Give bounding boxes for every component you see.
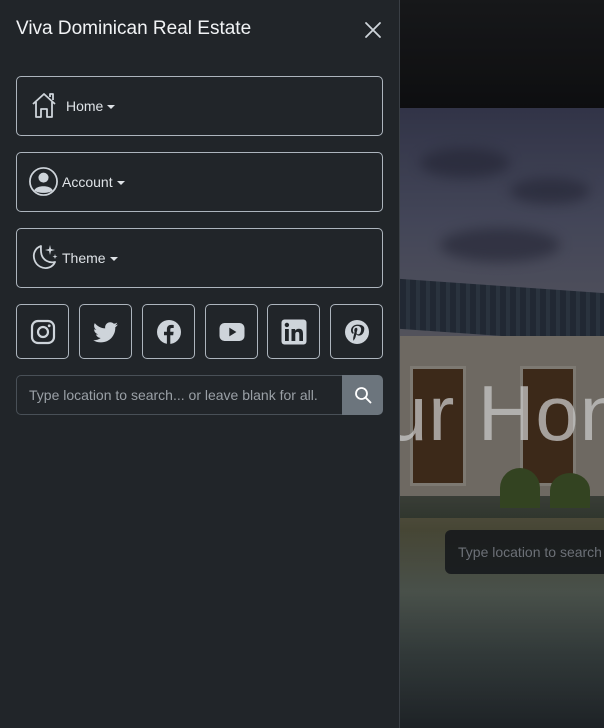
pinterest-icon: [345, 320, 369, 344]
backdrop-overlay[interactable]: [400, 0, 604, 728]
linkedin-icon: [281, 319, 307, 345]
hero-search-input: Type location to search: [445, 530, 604, 574]
twitter-button[interactable]: [79, 304, 132, 359]
twitter-icon: [93, 322, 118, 343]
instagram-button[interactable]: [16, 304, 69, 359]
chevron-down-icon: [116, 181, 125, 186]
account-dropdown-button[interactable]: Account: [16, 152, 383, 212]
search-group: [16, 375, 383, 415]
pinterest-button[interactable]: [330, 304, 383, 359]
account-label-wrap: Account: [62, 174, 125, 190]
search-icon: [355, 387, 372, 404]
home-label: Home: [66, 98, 104, 114]
theme-label-wrap: Theme: [62, 250, 118, 266]
social-links: [16, 304, 383, 359]
house-icon: [32, 93, 56, 118]
facebook-icon: [157, 320, 181, 344]
linkedin-button[interactable]: [267, 304, 320, 359]
site-title: Viva Dominican Real Estate: [16, 18, 252, 39]
home-label-wrap: Home: [66, 98, 116, 114]
moon-stars-icon: [32, 245, 58, 269]
youtube-button[interactable]: [205, 304, 258, 359]
facebook-button[interactable]: [142, 304, 195, 359]
offcanvas-header: Viva Dominican Real Estate: [16, 16, 384, 44]
home-dropdown-button[interactable]: Home: [16, 76, 383, 136]
theme-dropdown-button[interactable]: Theme: [16, 228, 383, 288]
hero-title: ur Hon: [384, 369, 604, 457]
close-button[interactable]: [362, 19, 384, 41]
youtube-icon: [219, 323, 245, 341]
chevron-down-icon: [109, 257, 118, 262]
close-icon: [365, 22, 381, 38]
offcanvas-menu: Viva Dominican Real Estate Home Account: [0, 0, 400, 728]
account-label: Account: [62, 174, 113, 190]
instagram-icon: [30, 319, 56, 345]
chevron-down-icon: [107, 105, 116, 110]
search-button[interactable]: [342, 375, 383, 415]
location-search-input[interactable]: [16, 375, 342, 415]
theme-label: Theme: [62, 250, 106, 266]
person-circle-icon: [29, 167, 58, 196]
